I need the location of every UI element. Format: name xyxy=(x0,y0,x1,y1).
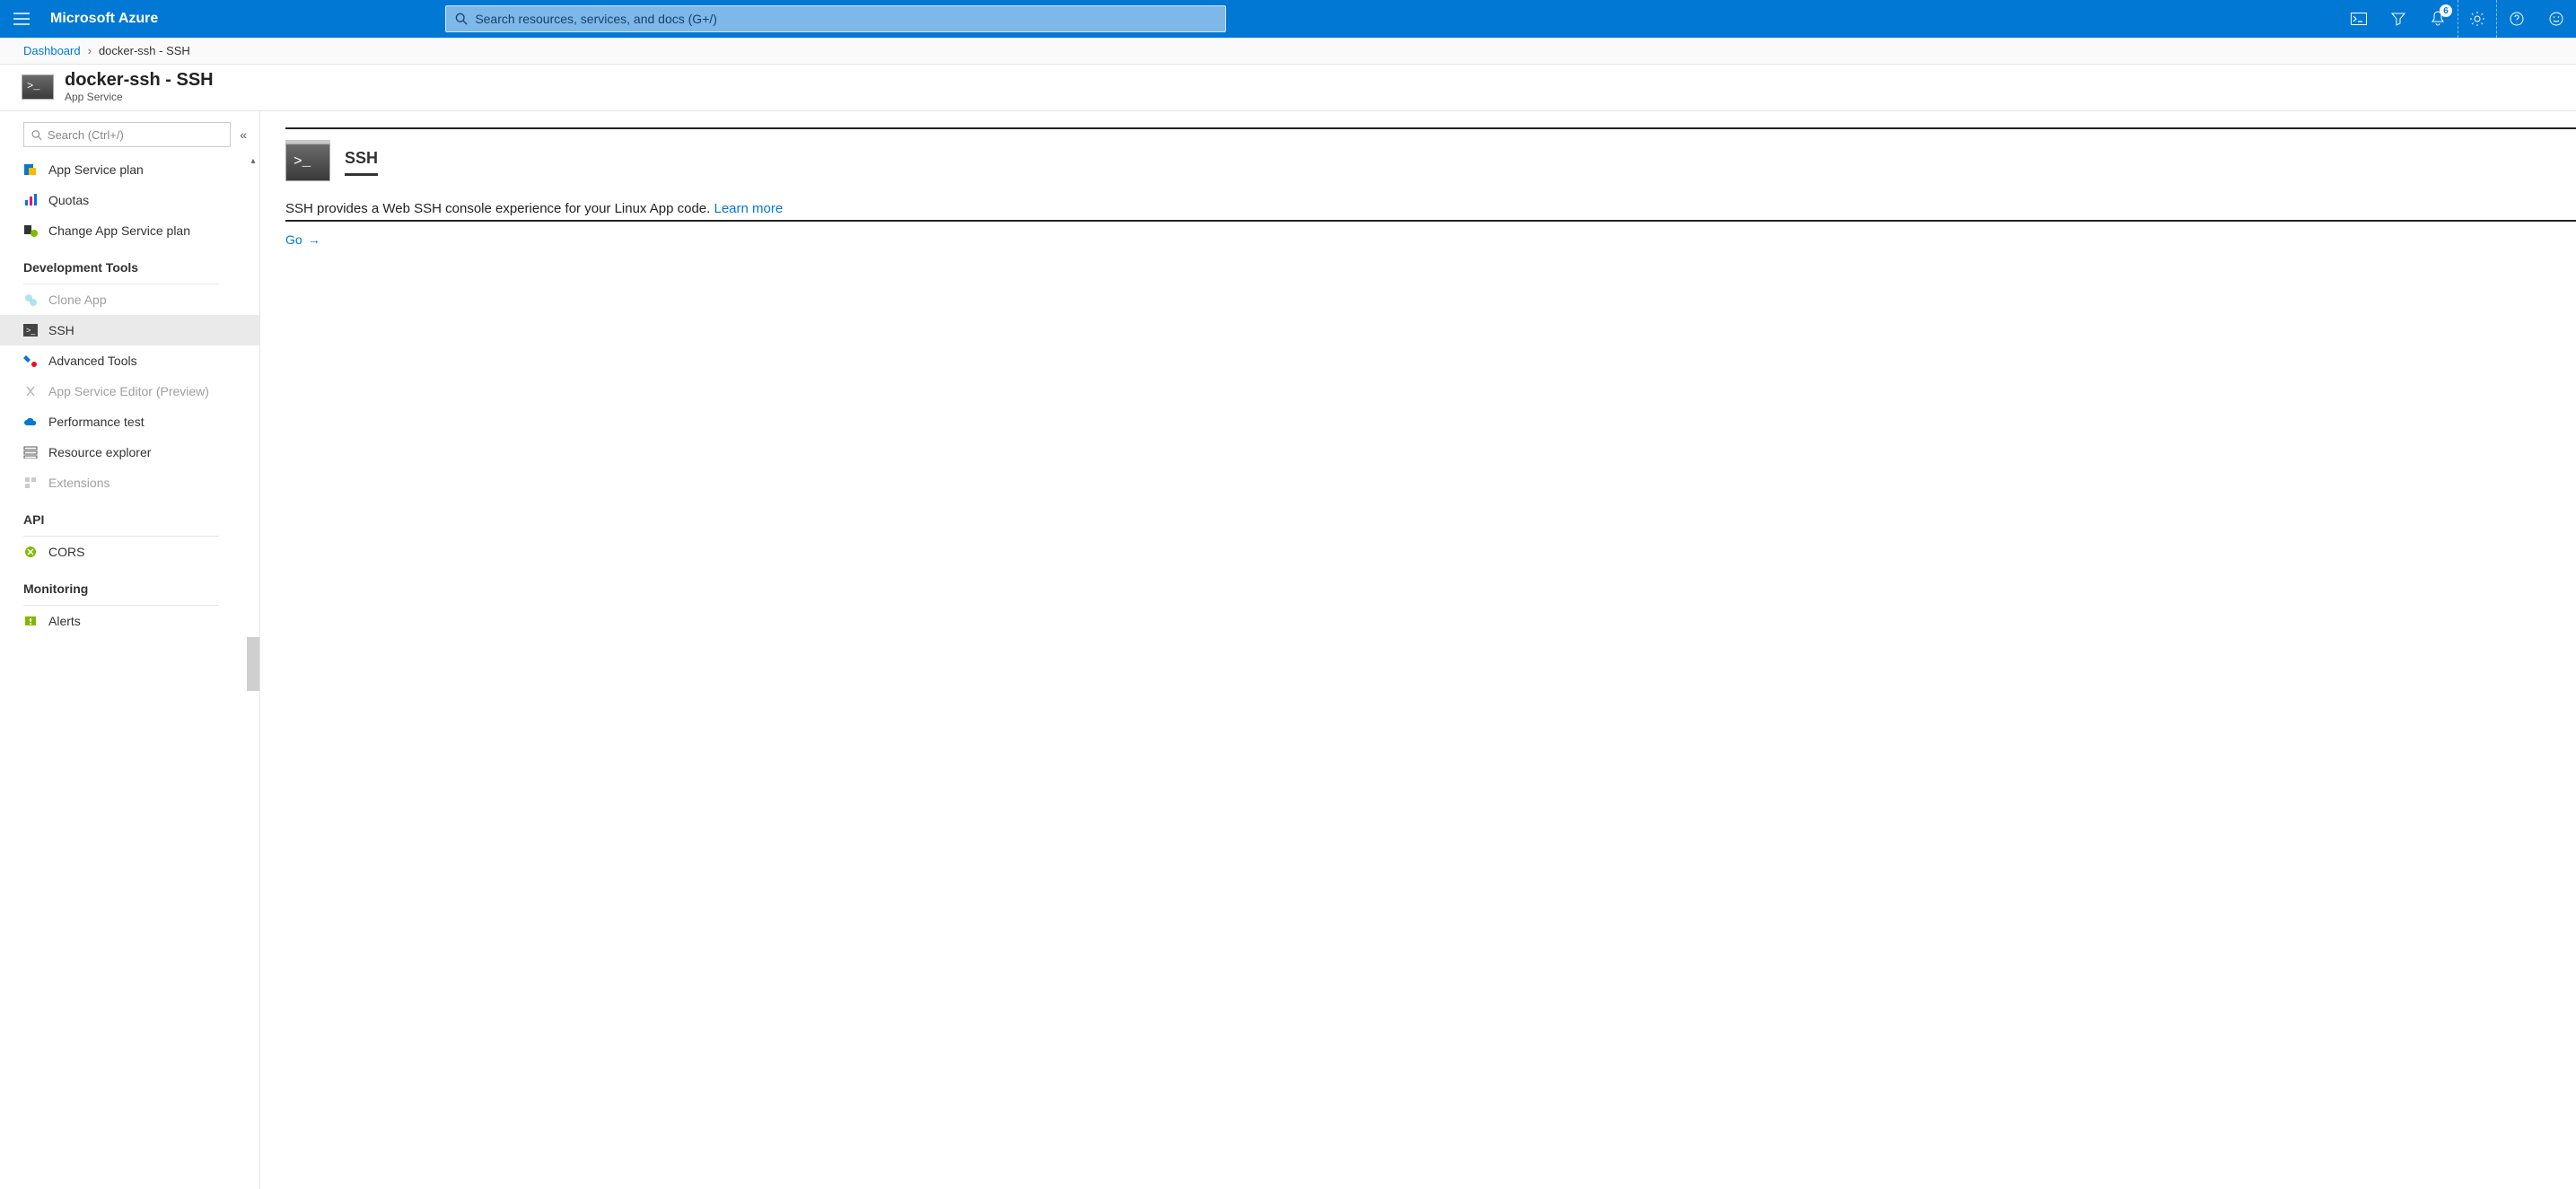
sidebar-search-row: « xyxy=(0,111,259,154)
hamburger-icon xyxy=(13,13,30,25)
sidebar-item-label: SSH xyxy=(48,323,74,337)
top-bar: Microsoft Azure 6 xyxy=(0,0,2576,38)
sidebar-item-quotas[interactable]: Quotas xyxy=(0,185,259,215)
top-bar-actions: 6 xyxy=(2339,0,2576,38)
sidebar-list[interactable]: ▴ App Service plan Quotas Change App Ser… xyxy=(0,154,259,1189)
help-button[interactable] xyxy=(2497,0,2537,38)
sidebar-item-resource-explorer[interactable]: Resource explorer xyxy=(0,437,259,468)
breadcrumb: Dashboard › docker-ssh - SSH xyxy=(0,38,2576,65)
brand-label[interactable]: Microsoft Azure xyxy=(50,11,158,27)
cors-icon xyxy=(23,545,38,559)
terminal-icon xyxy=(22,74,54,100)
sidebar-item-app-service-plan[interactable]: App Service plan xyxy=(0,154,259,185)
settings-button[interactable] xyxy=(2458,0,2497,38)
sidebar-item-advanced-tools[interactable]: Advanced Tools xyxy=(0,345,259,376)
sidebar-item-label: Resource explorer xyxy=(48,445,151,459)
sidebar-item-label: Extensions xyxy=(48,476,110,490)
sidebar-item-label: Performance test xyxy=(48,415,145,429)
cloud-icon xyxy=(23,415,38,429)
sidebar-group-monitoring: Monitoring xyxy=(0,567,259,601)
plan-icon xyxy=(23,162,38,177)
sidebar-filter-input[interactable] xyxy=(48,128,223,142)
sidebar-filter[interactable] xyxy=(23,122,231,147)
sidebar-item-label: Quotas xyxy=(48,193,89,207)
sidebar-item-alerts[interactable]: Alerts xyxy=(0,606,259,636)
ssh-icon: >_ xyxy=(23,323,38,337)
notification-badge: 6 xyxy=(2440,4,2452,17)
notifications-button[interactable]: 6 xyxy=(2418,0,2458,38)
sidebar-item-label: CORS xyxy=(48,545,84,559)
tools-icon xyxy=(23,354,38,368)
filter-icon xyxy=(2391,12,2405,26)
search-icon xyxy=(31,129,42,141)
feedback-button[interactable] xyxy=(2537,0,2576,38)
cloud-shell-icon xyxy=(2351,13,2367,25)
go-link[interactable]: Go → xyxy=(285,232,320,247)
sidebar-item-label: Alerts xyxy=(48,614,81,628)
sidebar-item-clone-app[interactable]: Clone App xyxy=(0,284,259,315)
sidebar: « ▴ App Service plan Quotas Change App S… xyxy=(0,111,260,1189)
sidebar-item-label: App Service plan xyxy=(48,162,144,177)
breadcrumb-root[interactable]: Dashboard xyxy=(23,44,81,57)
gear-icon xyxy=(2469,11,2485,27)
content-inner: SSH SSH provides a Web SSH console exper… xyxy=(285,127,2576,247)
main-layout: « ▴ App Service plan Quotas Change App S… xyxy=(0,111,2576,1189)
explorer-icon xyxy=(23,445,38,459)
collapse-sidebar-button[interactable]: « xyxy=(236,127,250,142)
breadcrumb-current: docker-ssh - SSH xyxy=(99,44,190,57)
chevron-right-icon: › xyxy=(88,44,92,57)
ssh-description: SSH provides a Web SSH console experienc… xyxy=(285,201,783,216)
global-search-input[interactable] xyxy=(475,12,1216,26)
scrollbar-thumb[interactable] xyxy=(247,637,259,691)
editor-icon xyxy=(23,384,38,398)
svg-text:>_: >_ xyxy=(26,326,36,335)
sidebar-item-change-plan[interactable]: Change App Service plan xyxy=(0,215,259,246)
content-heading: SSH xyxy=(345,149,378,176)
hamburger-menu-button[interactable] xyxy=(0,0,43,38)
smiley-icon xyxy=(2549,12,2563,26)
sidebar-item-app-service-editor[interactable]: App Service Editor (Preview) xyxy=(0,376,259,407)
resource-type-label: App Service xyxy=(65,91,214,103)
change-plan-icon xyxy=(23,223,38,238)
page-title: docker-ssh - SSH xyxy=(65,70,214,91)
scroll-up-icon[interactable]: ▴ xyxy=(247,154,259,167)
sidebar-item-label: App Service Editor (Preview) xyxy=(48,384,209,398)
global-search[interactable] xyxy=(445,5,1226,32)
terminal-icon xyxy=(285,144,330,181)
ssh-header: SSH xyxy=(285,144,2576,181)
help-icon xyxy=(2510,12,2524,26)
global-search-wrap xyxy=(445,5,1226,32)
sidebar-item-extensions[interactable]: Extensions xyxy=(0,468,259,498)
sidebar-item-label: Change App Service plan xyxy=(48,223,190,238)
search-icon xyxy=(455,13,468,25)
content-area: SSH SSH provides a Web SSH console exper… xyxy=(260,111,2576,1189)
alerts-icon xyxy=(23,614,38,628)
extensions-icon xyxy=(23,476,38,490)
cloud-shell-button[interactable] xyxy=(2339,0,2379,38)
sidebar-item-label: Advanced Tools xyxy=(48,354,137,368)
sidebar-item-ssh[interactable]: >_ SSH xyxy=(0,315,259,345)
learn-more-link[interactable]: Learn more xyxy=(714,201,784,216)
ssh-description-text: SSH provides a Web SSH console experienc… xyxy=(285,201,710,216)
quotas-icon xyxy=(23,193,38,207)
resource-title-bar: docker-ssh - SSH App Service xyxy=(0,65,2576,111)
sidebar-item-label: Clone App xyxy=(48,293,107,307)
directory-filter-button[interactable] xyxy=(2379,0,2418,38)
go-link-label: Go xyxy=(285,232,302,247)
ssh-description-row: SSH provides a Web SSH console experienc… xyxy=(285,201,2576,222)
clone-icon xyxy=(23,293,38,307)
sidebar-item-performance-test[interactable]: Performance test xyxy=(0,407,259,437)
arrow-right-icon: → xyxy=(308,232,320,247)
sidebar-group-devtools: Development Tools xyxy=(0,246,259,280)
sidebar-group-api: API xyxy=(0,498,259,532)
sidebar-item-cors[interactable]: CORS xyxy=(0,537,259,567)
